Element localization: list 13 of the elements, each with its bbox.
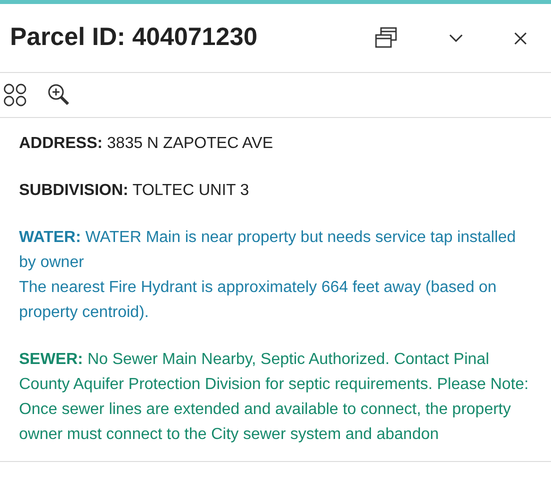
- cluster-button[interactable]: [3, 83, 27, 107]
- zoom-to-button[interactable]: [47, 83, 71, 107]
- info-text: WATER: WATER Main is near property but needs service tap installed by owner: [19, 228, 517, 273]
- panel-title: Parcel ID: 404071230: [10, 22, 258, 54]
- close-icon: [514, 32, 526, 44]
- info-text: SUBDIVISION: TOLTEC UNIT 3: [19, 181, 250, 201]
- info-text: SEWER: No Sewer Main Nearby, Septic Authorized. Contact Pinal County Aquifer Protection Division for septic requirements. Please Note: Once sewer lines are extended and available to connect, the property owner must connect to the City sewer system and abandon: [19, 350, 530, 445]
- info-text: ADDRESS: 3835 N ZAPOTEC AVE: [19, 134, 274, 154]
- zoom-in-icon: [47, 83, 71, 107]
- four-circles-icon: [3, 83, 27, 107]
- dock-icon: [374, 27, 398, 49]
- chevron-down-icon: [449, 34, 463, 42]
- info-text: The nearest Fire Hydrant is approximately 664 feet away (based on property centroid).: [19, 278, 498, 323]
